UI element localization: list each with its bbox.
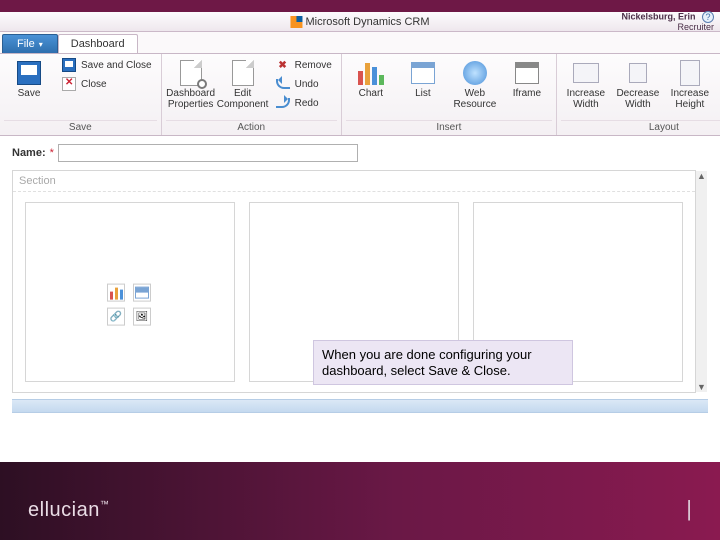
crm-logo-icon (290, 16, 302, 28)
callout-text: When you are done configuring your dashb… (322, 347, 532, 378)
close-label: Close (81, 79, 107, 90)
name-field-label: Name: (12, 147, 46, 159)
dashboard-properties-button[interactable]: Dashboard Properties (166, 56, 216, 114)
chart-icon (358, 61, 384, 85)
remove-button[interactable]: ✖ Remove (270, 56, 337, 74)
insert-web-resource-button[interactable]: Web Resource (450, 56, 500, 114)
scroll-down-icon[interactable]: ▼ (697, 382, 706, 392)
ribbon-group-action: Dashboard Properties Edit Component ✖ Re… (162, 54, 342, 135)
ribbon-group-insert: Chart List Web Resource Iframe Insert (342, 54, 557, 135)
close-icon (62, 77, 76, 91)
status-strip (12, 399, 708, 413)
dashboard-slot-1[interactable]: 🔗 🖼 (25, 202, 235, 382)
web-icon (463, 61, 487, 85)
product-title: Microsoft Dynamics CRM (290, 16, 429, 28)
instruction-callout: When you are done configuring your dashb… (313, 340, 573, 385)
group-label-layout: Layout (561, 120, 720, 135)
save-label: Save (18, 89, 41, 100)
increase-width-button[interactable]: Increase Width (561, 56, 611, 114)
gear-icon (197, 79, 207, 89)
insert-chart-button[interactable]: Chart (346, 56, 396, 114)
redo-label: Redo (295, 98, 319, 109)
save-and-close-label: Save and Close (81, 60, 152, 71)
dashboard-properties-label: Dashboard Properties (166, 89, 215, 110)
slide-footer: ellucian™ | (0, 462, 720, 540)
section-title: Section (13, 171, 695, 192)
current-user: Nickelsburg, Erin (621, 11, 695, 21)
group-label-save: Save (4, 120, 157, 135)
iframe-icon (515, 62, 539, 84)
section-container: Section 🔗 🖼 When you are done configurin… (12, 170, 696, 393)
save-and-close-button[interactable]: Save and Close (56, 56, 157, 74)
increase-height-button[interactable]: Increase Height (665, 56, 715, 114)
increase-height-label: Increase Height (668, 89, 712, 110)
remove-icon: ✖ (275, 57, 291, 73)
decrease-width-label: Decrease Width (616, 89, 660, 110)
insert-iframe-button[interactable]: Iframe (502, 56, 552, 114)
list-label: List (415, 89, 431, 100)
undo-icon (276, 79, 290, 89)
footer-divider: | (686, 496, 692, 522)
increase-width-icon (573, 63, 599, 83)
group-label-insert: Insert (346, 120, 552, 135)
ribbon-tab-strip: File Dashboard (0, 32, 720, 54)
scroll-up-icon[interactable]: ▲ (697, 171, 706, 181)
remove-label: Remove (295, 60, 332, 71)
save-button[interactable]: Save (4, 56, 54, 114)
current-role: Recruiter (677, 22, 714, 32)
slot1-add-chart-icon[interactable] (107, 284, 125, 302)
slot1-add-list-icon[interactable] (133, 284, 151, 302)
required-marker: * (50, 147, 54, 159)
redo-button[interactable]: Redo (270, 94, 337, 112)
save-icon (17, 61, 41, 85)
brand-top-strip (0, 0, 720, 12)
edit-icon (232, 60, 254, 86)
increase-width-label: Increase Width (564, 89, 608, 110)
decrease-width-button[interactable]: Decrease Width (613, 56, 663, 114)
slot1-add-web-icon[interactable]: 🔗 (107, 308, 125, 326)
brand-logo: ellucian™ (28, 499, 109, 522)
web-resource-label: Web Resource (453, 89, 497, 110)
undo-button[interactable]: Undo (270, 75, 337, 93)
insert-list-button[interactable]: List (398, 56, 448, 114)
redo-icon (276, 98, 290, 108)
product-name: Microsoft Dynamics CRM (305, 16, 429, 28)
decrease-width-icon (629, 63, 647, 83)
ribbon-group-layout: Increase Width Decrease Width Increase H… (557, 54, 720, 135)
tab-file[interactable]: File (2, 34, 58, 53)
dashboard-name-input[interactable] (58, 144, 358, 162)
undo-label: Undo (295, 79, 319, 90)
tab-dashboard[interactable]: Dashboard (58, 34, 138, 53)
designer-content: Name: * Section 🔗 🖼 When you are done co… (0, 136, 720, 413)
chart-label: Chart (359, 89, 383, 100)
ribbon-group-save: Save Save and Close Close Save (0, 54, 162, 135)
close-button[interactable]: Close (56, 75, 157, 93)
group-label-action: Action (166, 120, 337, 135)
edit-component-button[interactable]: Edit Component (218, 56, 268, 114)
vertical-scrollbar[interactable]: ▲ ▼ (695, 171, 707, 392)
slot1-add-iframe-icon[interactable]: 🖼 (133, 308, 151, 326)
save-close-icon (62, 58, 76, 72)
name-row: Name: * (12, 144, 708, 162)
ribbon: Save Save and Close Close Save Dashboard… (0, 54, 720, 136)
list-icon (411, 62, 435, 84)
iframe-label: Iframe (513, 89, 541, 100)
edit-component-label: Edit Component (217, 89, 269, 110)
increase-height-icon (680, 60, 700, 86)
title-bar: Microsoft Dynamics CRM Nickelsburg, Erin… (0, 12, 720, 32)
